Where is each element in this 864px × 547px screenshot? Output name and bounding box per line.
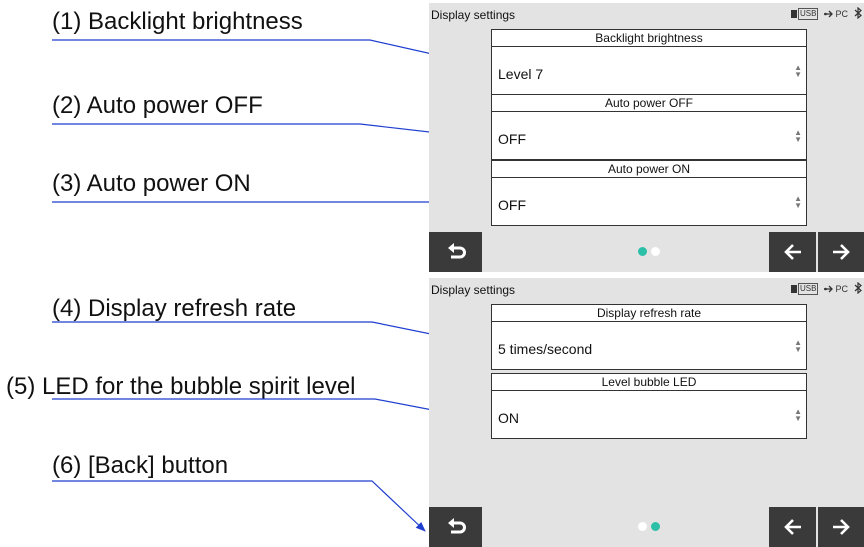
return-arrow-icon [447,518,466,534]
leader-line-2 [52,123,491,142]
spinner-arrows-icon: ▲ ▼ [794,194,802,210]
device-screen-page-2: Display settings USB PC Display refresh … [429,278,864,547]
setting-auto-power-on: Auto power ON OFF ▲ ▼ [491,160,807,226]
spinner-arrows-icon: ▲ ▼ [794,63,802,79]
setting-level-bubble-led: Level bubble LED ON ▲ ▼ [491,373,807,439]
setting-value: 5 times/second [498,341,593,357]
leader-line-5 [52,398,491,424]
setting-value: OFF [498,131,526,147]
setting-label: Display refresh rate [491,304,807,321]
callout-display-refresh-rate: (4) Display refresh rate [52,295,297,322]
bluetooth-icon [854,6,862,22]
callout-auto-power-off: (2) Auto power OFF [52,92,263,119]
bottom-nav-bar [429,507,864,547]
back-button[interactable] [429,507,482,547]
display-refresh-rate-select[interactable]: 5 times/second ▲ ▼ [491,321,807,370]
arrow-left-icon [783,519,801,535]
setting-label: Auto power ON [491,160,807,177]
status-bar: USB PC [791,6,864,22]
arrow-right-icon [833,244,850,260]
level-bubble-led-select[interactable]: ON ▲ ▼ [491,390,807,439]
screen-title: Display settings [431,283,516,297]
status-bar: USB PC [791,281,864,297]
usb-label: USB [798,283,819,295]
setting-label: Level bubble LED [491,373,807,390]
screen-title: Display settings [431,8,516,22]
device-screen-page-1: Display settings USB PC Backlight bright… [429,3,864,272]
pc-connection-icon: PC [824,9,848,19]
auto-power-on-select[interactable]: OFF ▲ ▼ [491,177,807,226]
auto-power-off-select[interactable]: OFF ▲ ▼ [491,111,807,160]
bottom-nav-bar [429,232,864,272]
page-indicator-dot-1 [638,247,647,256]
setting-display-refresh-rate: Display refresh rate 5 times/second ▲ ▼ [491,304,807,370]
backlight-brightness-select[interactable]: Level 7 ▲ ▼ [491,46,807,95]
spinner-arrows-icon: ▲ ▼ [794,128,802,144]
next-page-button[interactable] [818,232,864,272]
back-button[interactable] [429,232,482,272]
usb-icon: USB [791,8,819,20]
leader-line-4 [52,321,491,349]
pc-connection-icon: PC [824,284,848,294]
leader-line-1 [52,39,491,69]
screen-header: Display settings USB PC [429,3,864,25]
setting-auto-power-off: Auto power OFF OFF ▲ ▼ [491,94,807,160]
leader-line-6 [52,480,426,532]
setting-value: ON [498,410,519,426]
spinner-arrows-icon: ▲ ▼ [794,338,802,354]
setting-value: Level 7 [498,66,544,82]
setting-backlight-brightness: Backlight brightness Level 7 ▲ ▼ [491,29,807,95]
next-page-button[interactable] [818,507,864,547]
return-arrow-icon [447,243,466,259]
usb-label: USB [798,8,819,20]
callout-level-bubble-led: (5) LED for the bubble spirit level [6,373,356,400]
spinner-arrows-icon: ▲ ▼ [794,407,802,423]
page-indicator-dot-2 [651,247,660,256]
pc-label: PC [835,284,848,294]
pc-label: PC [835,9,848,19]
callout-auto-power-on: (3) Auto power ON [52,170,251,197]
callout-backlight-brightness: (1) Backlight brightness [52,8,303,35]
callout-back-button: (6) [Back] button [52,452,229,479]
usb-icon: USB [791,283,819,295]
screen-header: Display settings USB PC [429,278,864,300]
arrow-left-icon [783,244,801,260]
setting-label: Backlight brightness [491,29,807,46]
page-indicator-dot-1 [638,522,647,531]
previous-page-button[interactable] [769,507,816,547]
page-indicator-dot-2 [651,522,660,531]
arrow-right-icon [833,519,850,535]
setting-value: OFF [498,197,526,213]
previous-page-button[interactable] [769,232,816,272]
bluetooth-icon [854,281,862,297]
setting-label: Auto power OFF [491,94,807,111]
